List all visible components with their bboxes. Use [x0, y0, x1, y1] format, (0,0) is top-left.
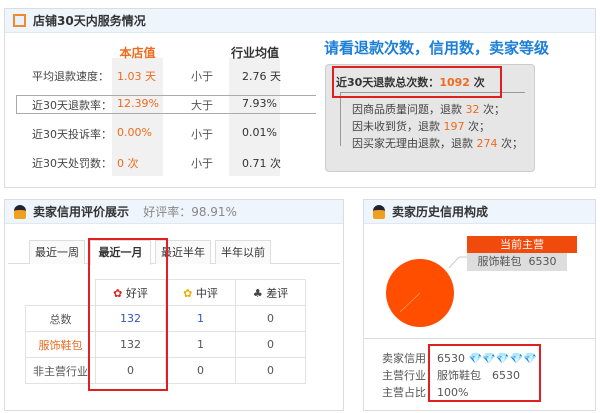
refund-reason: 因未收到货，退款 197 次； — [352, 120, 490, 133]
highlight-box-credit — [428, 344, 541, 402]
col-store: 本店值 — [119, 46, 156, 60]
category-label: 服饰鞋包 6530 — [467, 253, 567, 271]
refund-reason: 因商品质量问题，退款 32 次； — [352, 103, 505, 116]
history-title: 卖家历史信用构成 — [364, 200, 595, 224]
annotation-text: 请看退款次数，信用数，卖家等级 — [324, 39, 550, 57]
header-1: ✿ 中评 — [165, 279, 236, 306]
broken-flower-icon: ♣ — [252, 286, 263, 300]
tab-3[interactable]: 半年以前 — [215, 240, 271, 264]
service-title: 店铺30天内服务情况 — [5, 9, 595, 33]
refund-reason: 因买家无理由退款，退款 274 次； — [352, 137, 523, 150]
seller-icon — [373, 205, 385, 219]
good-rate: 好评率：98.91% — [143, 205, 237, 219]
store-icon — [13, 14, 26, 27]
header-2: ♣ 差评 — [235, 279, 306, 306]
current-main-banner: 当前主营 — [467, 236, 577, 253]
yellow-flower-icon: ✿ — [183, 286, 193, 300]
tab-0[interactable]: 最近一周 — [29, 240, 85, 264]
rating-title: 卖家信用评价展示 — [33, 205, 130, 219]
highlight-box-month — [88, 238, 168, 391]
highlight-box-refund — [332, 66, 502, 98]
seller-icon — [14, 205, 26, 219]
col-industry: 行业均值 — [230, 46, 279, 60]
